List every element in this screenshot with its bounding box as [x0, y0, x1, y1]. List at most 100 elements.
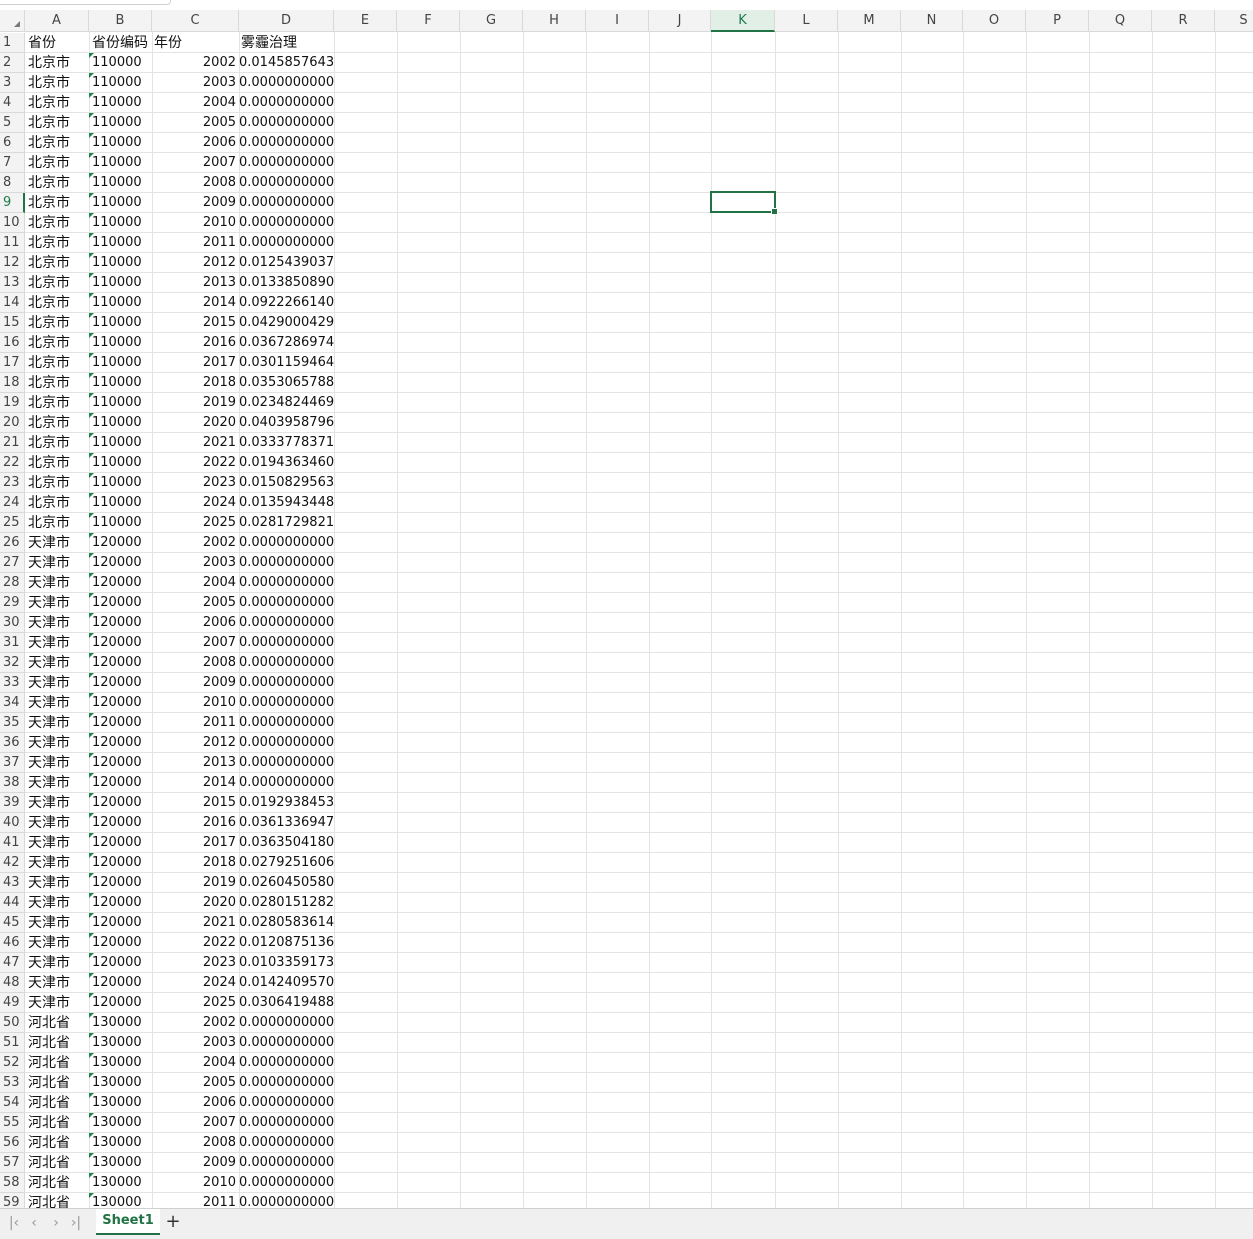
cell-year[interactable]: 2016	[152, 333, 238, 353]
cell-province-code[interactable]: 110000	[89, 413, 142, 433]
cell-haze-governance[interactable]: 0.0000000000	[239, 1153, 334, 1173]
cell-province[interactable]: 天津市	[26, 993, 70, 1013]
column-header-k[interactable]: K	[711, 10, 775, 32]
cell-province-code[interactable]: 110000	[89, 353, 142, 373]
row-header[interactable]: 32	[0, 653, 25, 673]
column-header-a[interactable]: A	[25, 10, 89, 32]
row-header[interactable]: 27	[0, 553, 25, 573]
row-header[interactable]: 59	[0, 1193, 25, 1208]
next-sheet-icon[interactable]: ›	[46, 1213, 66, 1233]
cell-province[interactable]: 天津市	[26, 953, 70, 973]
cell-haze-governance[interactable]: 0.0194363460	[239, 453, 334, 473]
cell-province-code[interactable]: 120000	[89, 973, 142, 993]
cell-year[interactable]: 2016	[152, 813, 238, 833]
cell-province-code[interactable]: 120000	[89, 593, 142, 613]
cell-province-code[interactable]: 130000	[89, 1093, 142, 1113]
cell-haze-governance[interactable]: 0.0367286974	[239, 333, 334, 353]
cell-year[interactable]: 2013	[152, 273, 238, 293]
row-header[interactable]: 54	[0, 1093, 25, 1113]
column-header-d[interactable]: D	[239, 10, 334, 32]
cell-haze-governance[interactable]: 0.0000000000	[239, 713, 334, 733]
row-header[interactable]: 22	[0, 453, 25, 473]
cell-haze-governance[interactable]: 0.0000000000	[239, 593, 334, 613]
cell-province[interactable]: 北京市	[26, 113, 70, 133]
cell-province-code[interactable]: 120000	[89, 793, 142, 813]
cell-year[interactable]: 2017	[152, 833, 238, 853]
cell-province[interactable]: 北京市	[26, 333, 70, 353]
row-header[interactable]: 11	[0, 233, 25, 253]
cell-year[interactable]: 2006	[152, 133, 238, 153]
column-header-m[interactable]: M	[838, 10, 901, 32]
cell-haze-governance[interactable]: 0.0000000000	[239, 193, 334, 213]
cell-haze-governance[interactable]: 0.0000000000	[239, 653, 334, 673]
row-header[interactable]: 8	[0, 173, 25, 193]
cell-year[interactable]: 2015	[152, 793, 238, 813]
cell-year[interactable]: 2006	[152, 613, 238, 633]
cell-haze-governance[interactable]: 0.0353065788	[239, 373, 334, 393]
cell-province-code[interactable]: 120000	[89, 673, 142, 693]
cell-province[interactable]: 河北省	[26, 1153, 70, 1173]
cell-province[interactable]: 北京市	[26, 253, 70, 273]
cell-province[interactable]: 河北省	[26, 1113, 70, 1133]
cell-province[interactable]: 天津市	[26, 533, 70, 553]
cell-haze-governance[interactable]: 0.0280583614	[239, 913, 334, 933]
cell-haze-governance[interactable]: 0.0000000000	[239, 1193, 334, 1208]
cell-haze-governance[interactable]: 0.0000000000	[239, 1053, 334, 1073]
row-header[interactable]: 19	[0, 393, 25, 413]
cell-province-code[interactable]: 120000	[89, 813, 142, 833]
column-header-r[interactable]: R	[1152, 10, 1215, 32]
cell-haze-governance[interactable]: 0.0000000000	[239, 233, 334, 253]
cell-haze-governance[interactable]: 0.0000000000	[239, 613, 334, 633]
cell-haze-governance[interactable]: 0.0000000000	[239, 113, 334, 133]
column-header-q[interactable]: Q	[1089, 10, 1152, 32]
cell-province-code[interactable]: 120000	[89, 993, 142, 1013]
cell-province-code[interactable]: 120000	[89, 833, 142, 853]
cell-year[interactable]: 2005	[152, 1073, 238, 1093]
cell-year[interactable]: 2018	[152, 373, 238, 393]
cell-year[interactable]: 2025	[152, 513, 238, 533]
cell-province[interactable]: 河北省	[26, 1053, 70, 1073]
cell-province-code[interactable]: 110000	[89, 293, 142, 313]
cell-haze-governance[interactable]: 0.0192938453	[239, 793, 334, 813]
cell-year[interactable]: 2020	[152, 893, 238, 913]
cell-province-code[interactable]: 110000	[89, 213, 142, 233]
row-header[interactable]: 52	[0, 1053, 25, 1073]
cell-haze-governance[interactable]: 0.0150829563	[239, 473, 334, 493]
cell-year[interactable]: 2008	[152, 1133, 238, 1153]
cell-province[interactable]: 北京市	[26, 193, 70, 213]
cell-province[interactable]: 天津市	[26, 613, 70, 633]
cell-year[interactable]: 2005	[152, 113, 238, 133]
cell-province-code[interactable]: 120000	[89, 553, 142, 573]
cell-year[interactable]: 2022	[152, 453, 238, 473]
cell-year[interactable]: 2006	[152, 1093, 238, 1113]
cell-province[interactable]: 北京市	[26, 493, 70, 513]
row-header[interactable]: 28	[0, 573, 25, 593]
row-header[interactable]: 21	[0, 433, 25, 453]
cell-province-code[interactable]: 110000	[89, 473, 142, 493]
row-header[interactable]: 33	[0, 673, 25, 693]
cell-year[interactable]: 2003	[152, 553, 238, 573]
cell-province-code[interactable]: 110000	[89, 53, 142, 73]
cell-haze-governance[interactable]: 0.0234824469	[239, 393, 334, 413]
cell-haze-governance[interactable]: 0.0403958796	[239, 413, 334, 433]
row-header[interactable]: 47	[0, 953, 25, 973]
row-header[interactable]: 38	[0, 773, 25, 793]
row-header[interactable]: 41	[0, 833, 25, 853]
row-header[interactable]: 34	[0, 693, 25, 713]
cell-year[interactable]: 2009	[152, 673, 238, 693]
cell-year[interactable]: 2007	[152, 633, 238, 653]
row-header[interactable]: 57	[0, 1153, 25, 1173]
spreadsheet-grid[interactable]: A B C D E F G H I J K L M N O P Q R S 1 2 3 4 5 6 7 8 9 10 11 12 13 14 15…	[0, 0, 1253, 1208]
cell-header-province-code[interactable]: 省份编码	[89, 33, 148, 53]
sheet-tab-sheet1[interactable]: Sheet1	[96, 1209, 160, 1235]
cell-province-code[interactable]: 120000	[89, 713, 142, 733]
cell-province[interactable]: 北京市	[26, 473, 70, 493]
cell-province-code[interactable]: 120000	[89, 533, 142, 553]
row-header[interactable]: 10	[0, 213, 25, 233]
first-sheet-icon[interactable]: |‹	[4, 1213, 24, 1233]
cell-year[interactable]: 2010	[152, 693, 238, 713]
cell-haze-governance[interactable]: 0.0000000000	[239, 133, 334, 153]
cell-province[interactable]: 北京市	[26, 393, 70, 413]
cell-province[interactable]: 河北省	[26, 1073, 70, 1093]
cell-province-code[interactable]: 120000	[89, 933, 142, 953]
